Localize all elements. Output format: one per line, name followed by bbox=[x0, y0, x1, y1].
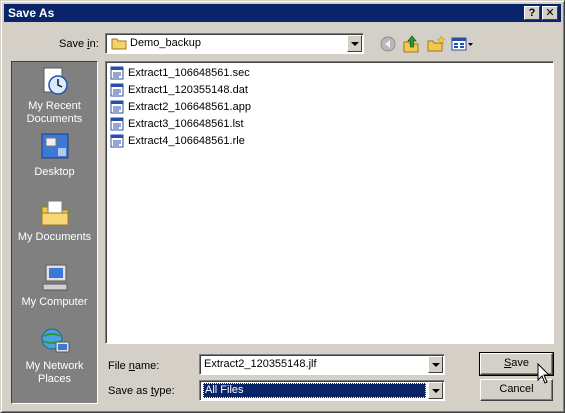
view-menu-icon bbox=[451, 37, 473, 51]
place-my-network-places[interactable]: My Network Places bbox=[12, 326, 97, 386]
place-desktop[interactable]: Desktop bbox=[12, 132, 97, 179]
save-as-type-label: Save as type: bbox=[108, 385, 175, 397]
save-as-dialog: Save As ? ✕ Save in: Demo_backup My Rece… bbox=[0, 0, 565, 413]
chevron-down-icon[interactable] bbox=[428, 382, 443, 399]
back-button[interactable] bbox=[377, 34, 399, 54]
title-bar[interactable]: Save As ? ✕ bbox=[4, 4, 561, 22]
document-icon bbox=[110, 100, 124, 114]
new-folder-icon bbox=[427, 35, 446, 52]
file-name: Extract1_106648561.sec bbox=[128, 67, 250, 79]
help-button[interactable]: ? bbox=[524, 6, 540, 20]
chevron-down-icon[interactable] bbox=[428, 356, 443, 373]
my-computer-icon bbox=[42, 264, 67, 291]
file-name: Extract3_106648561.lst bbox=[128, 118, 244, 130]
desktop-icon bbox=[41, 133, 68, 159]
places-bar: My Recent Documents Desktop My Documents bbox=[11, 61, 98, 404]
create-new-folder-button[interactable] bbox=[425, 34, 447, 54]
place-label: My Recent Documents bbox=[26, 100, 83, 125]
place-label: Desktop bbox=[34, 166, 75, 178]
document-icon bbox=[110, 83, 124, 97]
save-as-type-value: All Files bbox=[205, 384, 244, 396]
save-in-label: Save in: bbox=[59, 38, 99, 50]
file-name: Extract2_106648561.app bbox=[128, 101, 251, 113]
mouse-cursor-icon bbox=[537, 363, 551, 384]
up-folder-icon bbox=[403, 35, 419, 53]
place-label: My Documents bbox=[17, 231, 92, 243]
file-name-field[interactable]: Extract2_120355148.jlf bbox=[199, 354, 445, 375]
save-as-type-dropdown[interactable]: All Files bbox=[199, 380, 445, 401]
document-icon bbox=[110, 117, 124, 131]
back-icon bbox=[380, 36, 396, 52]
save-in-value: Demo_backup bbox=[130, 37, 201, 49]
place-label: My Computer bbox=[21, 296, 88, 308]
file-name-label: File name: bbox=[108, 360, 160, 372]
document-icon bbox=[110, 134, 124, 148]
place-label: My Network Places bbox=[25, 360, 84, 385]
file-name: Extract4_106648561.rle bbox=[128, 135, 245, 147]
file-list[interactable]: Extract1_106648561.sec Extract1_12035514… bbox=[105, 61, 554, 344]
save-in-dropdown[interactable]: Demo_backup bbox=[105, 33, 364, 54]
place-my-documents[interactable]: My Documents bbox=[12, 197, 97, 244]
network-places-icon bbox=[41, 328, 69, 353]
place-my-recent-documents[interactable]: My Recent Documents bbox=[12, 66, 97, 126]
my-documents-icon bbox=[41, 200, 68, 226]
file-name-value: Extract2_120355148.jlf bbox=[204, 358, 317, 370]
folder-icon bbox=[111, 38, 127, 50]
up-one-level-button[interactable] bbox=[401, 34, 423, 54]
selection-highlight: All Files bbox=[203, 383, 426, 398]
file-name: Extract1_120355148.dat bbox=[128, 84, 248, 96]
document-icon bbox=[110, 66, 124, 80]
close-button[interactable]: ✕ bbox=[542, 6, 558, 20]
dialog-title: Save As bbox=[8, 6, 55, 20]
place-my-computer[interactable]: My Computer bbox=[12, 262, 97, 309]
recent-documents-icon bbox=[43, 67, 68, 95]
view-menu-button[interactable] bbox=[449, 34, 475, 54]
chevron-down-icon[interactable] bbox=[347, 35, 362, 52]
